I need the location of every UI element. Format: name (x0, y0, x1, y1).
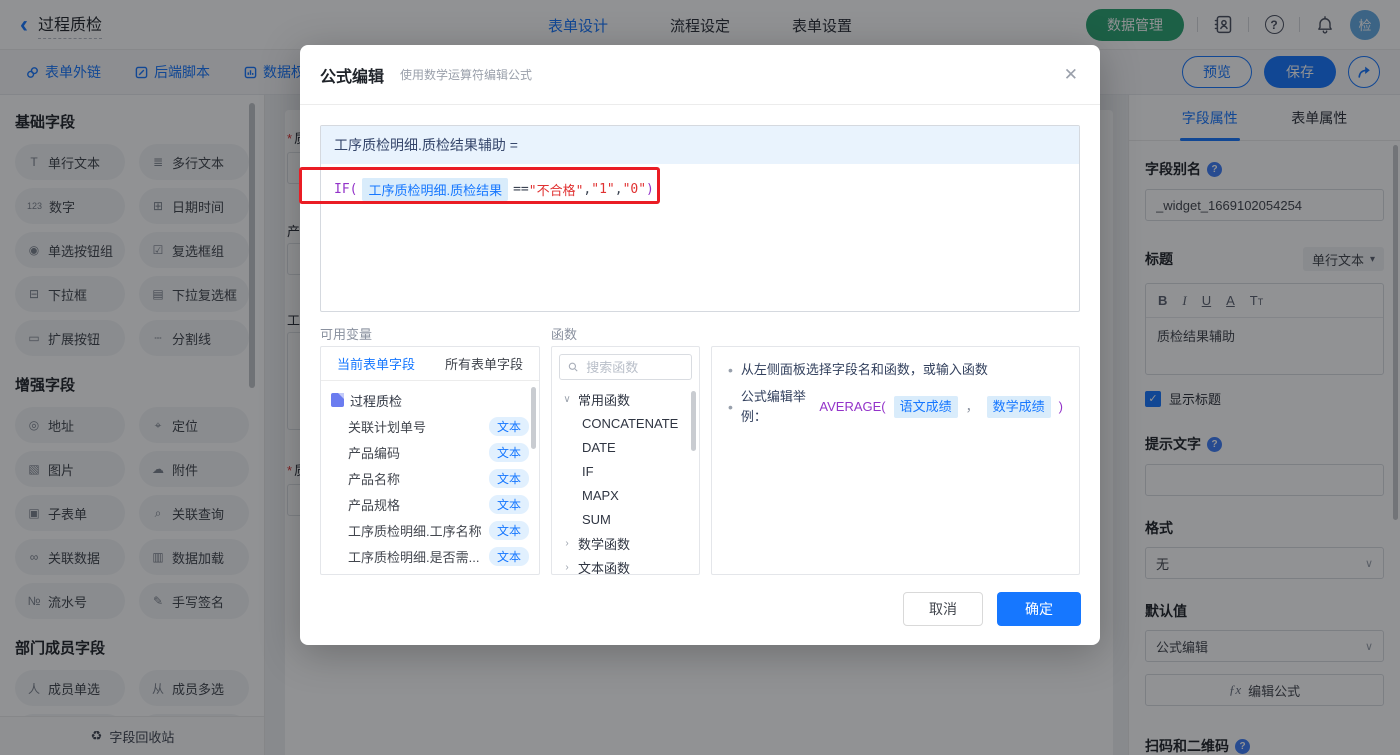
variable-row[interactable]: 产品编码 文本 (321, 439, 539, 465)
functions-section-label: 函数 (551, 327, 578, 342)
chevron-right-icon: › (565, 561, 569, 573)
formula-result-bar: 工序质检明细.质检结果辅助 = (321, 126, 1079, 164)
variable-name: 产品编码 (348, 445, 401, 461)
formula-function-token: IF( (334, 182, 358, 197)
variable-name: 工序质检明细.是否需... (348, 549, 480, 565)
function-search-input[interactable] (584, 358, 683, 376)
function-item-if[interactable]: IF (552, 459, 699, 483)
functions-scrollbar[interactable] (691, 391, 696, 451)
formula-string-token: "0" (622, 182, 647, 197)
variable-name: 产品规格 (348, 497, 401, 513)
tip-line-1: • 从左侧面板选择字段名和函数，或输入函数 (728, 360, 1063, 380)
function-item-mapx[interactable]: MAPX (552, 483, 699, 507)
formula-comma-token: , (614, 182, 623, 197)
variable-type-tag: 文本 (488, 520, 529, 540)
tab-all-form-fields[interactable]: 所有表单字段 (445, 354, 523, 373)
variable-name: 产品名称 (348, 471, 401, 487)
modal-subtitle: 使用数学运算符编辑公式 (400, 68, 533, 82)
tab-current-form-fields[interactable]: 当前表单字段 (337, 354, 415, 373)
modal-title: 公式编辑 (320, 68, 385, 86)
example-comma: ， (965, 399, 979, 414)
chevron-right-icon: › (565, 537, 569, 549)
function-group-text[interactable]: › 文本函数 (552, 555, 699, 575)
formula-close-paren-token: ) (646, 182, 654, 197)
search-icon (568, 362, 578, 372)
bullet-icon: • (728, 362, 733, 378)
variables-tabs: 当前表单字段 所有表单字段 (321, 347, 539, 381)
variable-name: 关联计划单号 (348, 419, 427, 435)
variables-panel: 当前表单字段 所有表单字段 过程质检 关联计划单号 文本 产品编码 文本 产品名称文… (320, 346, 540, 575)
variable-type-tag: 文本 (488, 416, 529, 436)
variable-row[interactable]: 关联计划单号 文本 (321, 413, 539, 439)
modal-header: 公式编辑 使用数学运算符编辑公式 ✕ (300, 45, 1100, 105)
confirm-button[interactable]: 确定 (997, 592, 1081, 626)
variable-row[interactable]: 工序质检明细.工序名称 文本 (321, 517, 539, 543)
tree-root-label: 过程质检 (350, 393, 403, 409)
formula-operator-token: == (513, 182, 529, 197)
tip-text: 从左侧面板选择字段名和函数，或输入函数 (740, 362, 988, 377)
variable-name: 工序质检明细.工序名称 (348, 523, 482, 539)
variable-row[interactable]: 工序质检明细.是否需... 文本 (321, 543, 539, 569)
cancel-button[interactable]: 取消 (903, 592, 983, 626)
tip-line-2: • 公式编辑举例： AVERAGE( 语文成绩 ， 数学成绩 ) (728, 387, 1063, 427)
function-item-date[interactable]: DATE (552, 435, 699, 459)
chevron-down-icon: ∨ (563, 393, 571, 405)
example-function-token: AVERAGE( (819, 399, 886, 414)
tip-example-label: 公式编辑举例： (740, 389, 806, 424)
variable-row[interactable]: 产品规格 文本 (321, 491, 539, 517)
example-close-paren: ) (1058, 399, 1063, 414)
formula-string-token: "1" (591, 182, 615, 197)
formula-comma-token: , (583, 182, 592, 197)
function-group-label: 数学函数 (578, 536, 631, 552)
app-root: ‹ 过程质检 表单设计 流程设定 表单设置 数据管理 ? 检 表单外链 后端脚本… (0, 0, 1400, 755)
tree-root-form[interactable]: 过程质检 (321, 387, 539, 413)
tips-panel: • 从左侧面板选择字段名和函数，或输入函数 • 公式编辑举例： AVERAGE(… (711, 346, 1080, 575)
variable-type-tag: 文本 (488, 442, 529, 462)
variables-section-label: 可用变量 (320, 327, 373, 342)
variables-tree: 过程质检 关联计划单号 文本 产品编码 文本 产品名称 文本 产品规格 文本 工序质检明… (321, 381, 539, 574)
variable-type-tag: 文本 (488, 494, 529, 514)
functions-tree: ∨ 常用函数 CONCATENATE DATE IF MAPX SUM › 数学函数… (552, 387, 699, 575)
function-group-label: 文本函数 (578, 560, 631, 575)
variable-type-tag: 文本 (488, 468, 529, 488)
function-group-label: 常用函数 (578, 392, 631, 408)
bullet-icon: • (728, 399, 733, 415)
variable-row[interactable]: 产品名称 文本 (321, 465, 539, 491)
function-group-common[interactable]: ∨ 常用函数 (552, 387, 699, 411)
variable-type-tag: 文本 (488, 546, 529, 566)
function-item-concatenate[interactable]: CONCATENATE (552, 411, 699, 435)
formula-editor: 工序质检明细.质检结果辅助 = IF( 工序质检明细.质检结果 == "不合格",… (320, 125, 1080, 312)
function-search-box[interactable] (559, 354, 692, 380)
close-icon[interactable]: ✕ (1064, 65, 1078, 85)
formula-input-area[interactable]: IF( 工序质检明细.质检结果 == "不合格", "1", "0") (321, 164, 1079, 215)
form-doc-icon (331, 393, 344, 407)
formula-edit-modal: 公式编辑 使用数学运算符编辑公式 ✕ 工序质检明细.质检结果辅助 = IF( 工… (300, 45, 1100, 645)
functions-panel: ∨ 常用函数 CONCATENATE DATE IF MAPX SUM › 数学函数… (551, 346, 700, 575)
variables-scrollbar[interactable] (531, 387, 536, 449)
formula-string-token: "不合格" (528, 184, 584, 199)
function-group-math[interactable]: › 数学函数 (552, 531, 699, 555)
function-item-sum[interactable]: SUM (552, 507, 699, 531)
formula-field-chip[interactable]: 工序质检明细.质检结果 (362, 178, 509, 201)
example-field-chip: 语文成绩 (893, 396, 958, 418)
example-field-chip: 数学成绩 (986, 396, 1051, 418)
